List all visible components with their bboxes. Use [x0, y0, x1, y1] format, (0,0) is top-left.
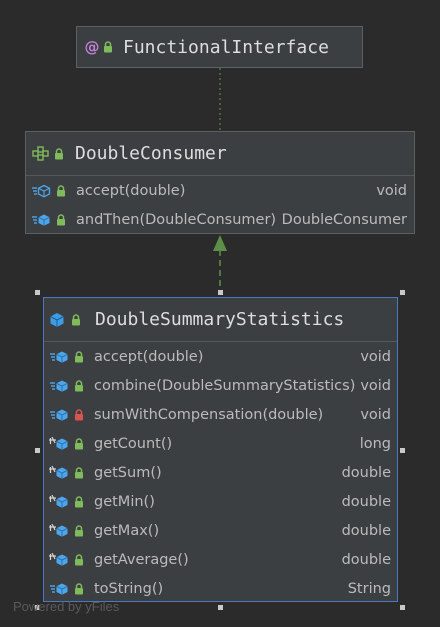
final-method-icon — [48, 494, 70, 509]
member-type: void — [360, 406, 391, 423]
final-method-icon — [48, 552, 70, 567]
double-summary-statistics-members: accept(double) void combine(DoubleSummar… — [44, 342, 397, 603]
svg-text:@: @ — [85, 39, 100, 55]
double-consumer-title: DoubleConsumer — [75, 143, 227, 164]
member-type: DoubleConsumer — [281, 211, 407, 228]
member-row[interactable]: accept(double) void — [30, 176, 407, 205]
resize-handle-middle-left[interactable] — [35, 448, 40, 453]
member-row[interactable]: sumWithCompensation(double) void — [48, 400, 391, 429]
member-name: combine(DoubleSummaryStatistics) — [94, 377, 356, 394]
public-lock-icon — [72, 437, 86, 450]
member-row[interactable]: getCount() long — [48, 429, 391, 458]
member-name: getCount() — [94, 435, 173, 452]
public-lock-icon — [69, 313, 83, 326]
method-icon — [48, 379, 70, 393]
annotation-icon: @ — [83, 39, 101, 55]
method-icon — [30, 213, 52, 227]
resize-handle-top-left[interactable] — [35, 290, 40, 295]
double-consumer-members: accept(double) void andThen(DoubleConsum… — [26, 176, 414, 234]
resize-handle-bottom-right[interactable] — [400, 605, 405, 610]
method-icon — [48, 350, 70, 364]
member-name: toString() — [94, 580, 164, 597]
member-type: double — [341, 522, 391, 539]
public-lock-icon — [72, 495, 86, 508]
powered-by-watermark: Powered by yFiles — [13, 599, 120, 614]
member-name: getSum() — [94, 464, 162, 481]
member-row[interactable]: combine(DoubleSummaryStatistics) void — [48, 371, 391, 400]
member-row[interactable]: getMax() double — [48, 516, 391, 545]
member-type: double — [341, 551, 391, 568]
double-summary-statistics-node[interactable]: DoubleSummaryStatistics accept(double) v… — [43, 297, 398, 602]
member-type: String — [347, 580, 391, 597]
public-lock-icon — [72, 553, 86, 566]
member-row[interactable]: getMin() double — [48, 487, 391, 516]
final-method-icon — [48, 523, 70, 538]
member-name: accept(double) — [94, 348, 204, 365]
member-name: andThen(DoubleConsumer) — [76, 211, 277, 228]
double-summary-statistics-title: DoubleSummaryStatistics — [95, 309, 345, 330]
resize-handle-top-middle[interactable] — [218, 290, 223, 295]
functional-interface-node[interactable]: @ FunctionalInterface — [76, 26, 363, 68]
class-icon — [48, 312, 66, 328]
public-lock-icon — [72, 524, 86, 537]
resize-handle-middle-right[interactable] — [400, 448, 405, 453]
method-icon — [48, 408, 70, 422]
member-name: getMax() — [94, 522, 160, 539]
abstract-method-icon — [30, 184, 52, 198]
member-name: sumWithCompensation(double) — [94, 406, 324, 423]
final-method-icon — [48, 436, 70, 451]
member-row[interactable]: andThen(DoubleConsumer) DoubleConsumer — [30, 205, 407, 234]
member-name: getMin() — [94, 493, 155, 510]
interface-icon — [31, 146, 49, 161]
member-row[interactable]: getAverage() double — [48, 545, 391, 574]
public-lock-icon — [72, 379, 86, 392]
public-lock-icon — [52, 147, 66, 160]
member-type: double — [341, 464, 391, 481]
member-type: long — [359, 435, 391, 452]
public-lock-icon — [101, 41, 115, 53]
resize-handle-bottom-middle[interactable] — [218, 605, 223, 610]
member-type: double — [341, 493, 391, 510]
public-lock-icon — [72, 350, 86, 363]
double-consumer-node[interactable]: DoubleConsumer accept(double) void andTh… — [25, 131, 415, 234]
member-type: void — [376, 182, 407, 199]
public-lock-icon — [72, 582, 86, 595]
public-lock-icon — [54, 213, 68, 226]
public-lock-icon — [54, 184, 68, 197]
member-name: getAverage() — [94, 551, 189, 568]
member-type: void — [360, 348, 391, 365]
member-row[interactable]: getSum() double — [48, 458, 391, 487]
implements-arrowhead — [213, 235, 227, 251]
public-lock-icon — [72, 466, 86, 479]
member-row[interactable]: accept(double) void — [48, 342, 391, 371]
method-icon — [48, 582, 70, 596]
final-method-icon — [48, 465, 70, 480]
member-name: accept(double) — [76, 182, 186, 199]
resize-handle-top-right[interactable] — [400, 290, 405, 295]
member-type: void — [360, 377, 391, 394]
private-lock-icon — [72, 408, 86, 421]
functional-interface-title: FunctionalInterface — [123, 36, 329, 58]
